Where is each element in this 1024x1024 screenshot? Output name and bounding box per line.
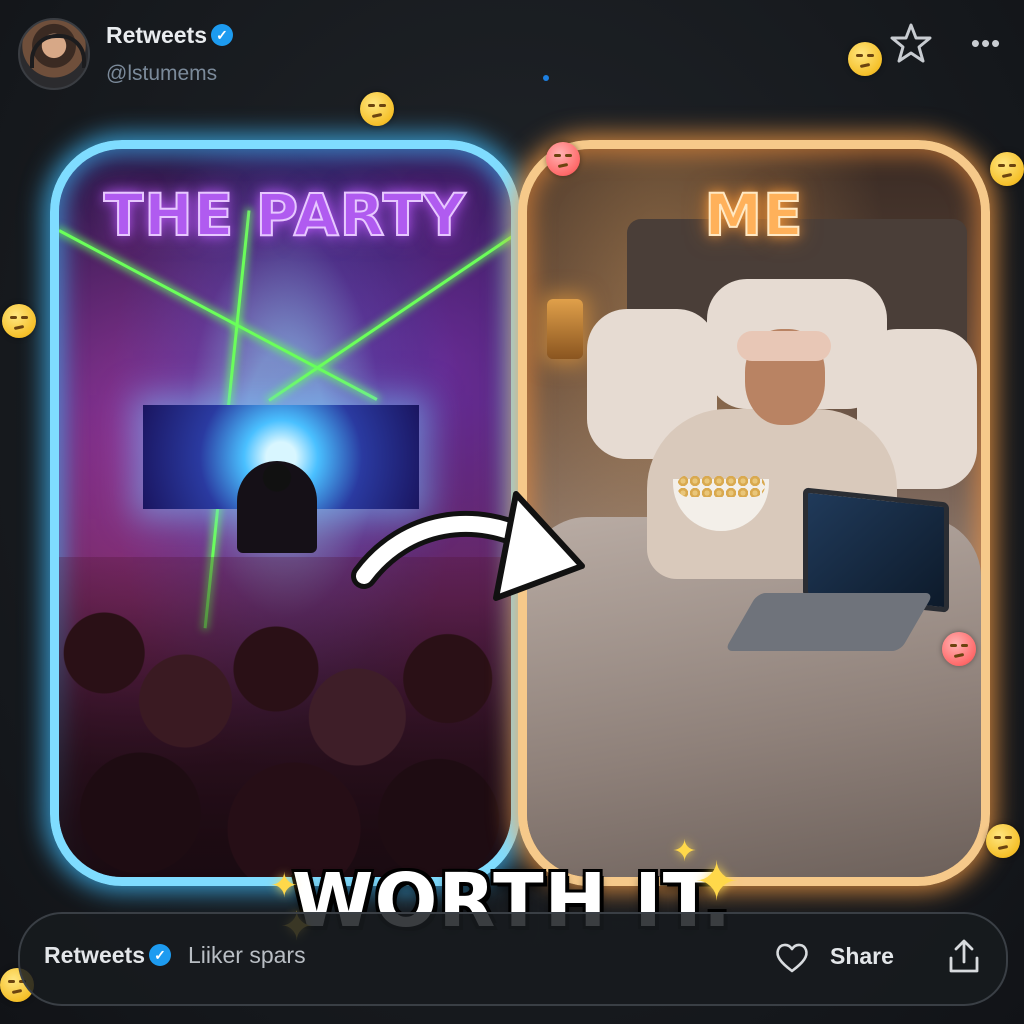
heart-icon[interactable] — [774, 940, 810, 976]
sparkle-icon: ✦ — [270, 866, 299, 906]
curved-arrow-icon — [351, 491, 585, 601]
dot-decoration — [543, 75, 549, 81]
author-handle[interactable]: @lstumems — [106, 62, 217, 86]
action-bar: Retweets ✓ Liiker spars Share — [18, 912, 1008, 1006]
avatar[interactable] — [18, 18, 90, 90]
smirk-emoji-icon — [990, 152, 1024, 186]
smile-emoji-icon — [546, 142, 580, 176]
star-icon[interactable] — [888, 20, 934, 66]
laser-beam — [59, 229, 378, 401]
sleep-mask — [737, 331, 831, 361]
dj-silhouette — [237, 461, 317, 553]
smirk-emoji-icon — [360, 92, 394, 126]
candle-lamp — [547, 299, 583, 359]
share-button[interactable]: Share — [830, 943, 894, 970]
party-title: THE PARTY — [103, 180, 467, 250]
post-card: Retweets ✓ @lstumems ••• THE PARTY ME WO… — [0, 0, 1024, 1024]
sparkle-icon: ✦ — [694, 850, 740, 913]
smirk-emoji-icon — [986, 824, 1020, 858]
smirk-emoji-icon — [848, 42, 882, 76]
laptop-keyboard — [724, 593, 934, 651]
smile-emoji-icon — [942, 632, 976, 666]
footer-author[interactable]: Retweets ✓ — [44, 942, 171, 969]
author-name[interactable]: Retweets ✓ — [106, 22, 233, 49]
footer-likers[interactable]: Liiker spars — [188, 942, 306, 969]
laser-beam — [268, 231, 511, 402]
me-title: ME — [703, 180, 804, 250]
verified-icon: ✓ — [210, 23, 233, 46]
popcorn — [677, 475, 765, 497]
author-name-label[interactable]: Retweets — [106, 22, 207, 48]
share-icon[interactable] — [946, 938, 982, 976]
more-icon[interactable]: ••• — [966, 28, 1006, 58]
smirk-emoji-icon — [2, 304, 36, 338]
verified-icon: ✓ — [148, 943, 171, 966]
footer-author-label[interactable]: Retweets — [44, 942, 145, 968]
headphones-icon — [30, 34, 86, 68]
